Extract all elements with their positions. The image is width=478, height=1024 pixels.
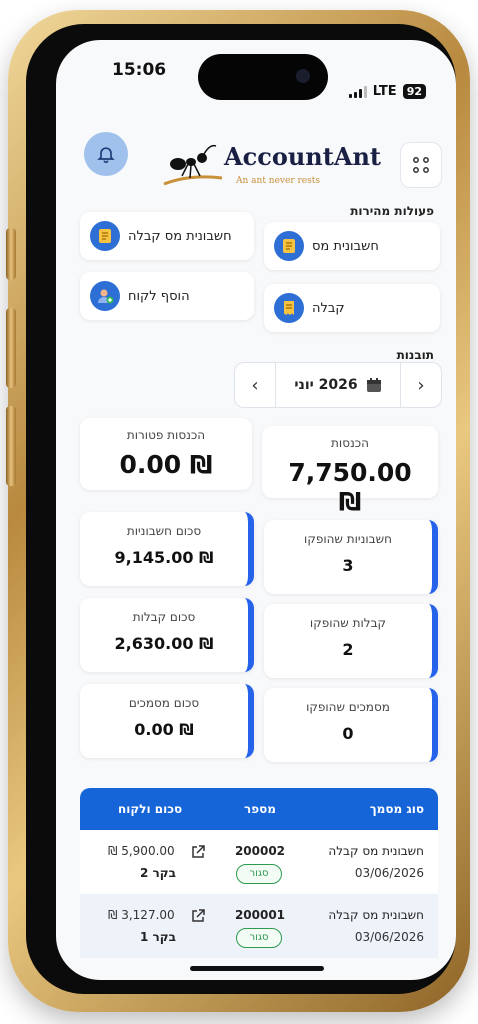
invoices-issued-card: חשבוניות שהופקו 3 xyxy=(264,520,438,594)
document-amount: ₪ 3,127.00 xyxy=(108,908,175,922)
quick-action-label: חשבונית מס קבלה xyxy=(128,228,232,244)
document-icon xyxy=(274,231,304,261)
app-header: AccountAnt An ant never rests xyxy=(56,128,456,198)
table-row[interactable]: חשבונית מס קבלה 03/06/2026 200002 סגור ₪… xyxy=(80,830,438,894)
column-header-number[interactable]: מספר xyxy=(220,802,300,816)
notifications-button[interactable] xyxy=(84,132,128,176)
quick-action-add-client[interactable]: הוסף לקוח xyxy=(80,272,254,320)
document-number: 200002 xyxy=(234,844,286,858)
logo-tagline: An ant never rests xyxy=(236,176,320,186)
client-name: בקר 1 xyxy=(140,930,176,944)
receipts-total-card: סכום קבלות 2,630.00 ₪ xyxy=(80,598,254,672)
document-type: חשבונית מס קבלה xyxy=(328,908,424,922)
home-indicator[interactable] xyxy=(190,966,324,971)
column-header-type[interactable]: סוג מסמך xyxy=(300,802,438,816)
documents-total-label: סכום מסמכים xyxy=(128,696,200,710)
quick-action-label: חשבונית מס xyxy=(312,238,379,254)
status-badge: סגור xyxy=(236,928,282,948)
status-badge: סגור xyxy=(236,864,282,884)
invoices-total-card: סכום חשבוניות 9,145.00 ₪ xyxy=(80,512,254,586)
exempt-income-label: הכנסות פטורות xyxy=(126,428,206,442)
invoices-total-label: סכום חשבוניות xyxy=(126,524,202,538)
open-external-icon[interactable] xyxy=(190,908,206,924)
table-row[interactable]: חשבונית מס קבלה 03/06/2026 200001 סגור ₪… xyxy=(80,894,438,958)
open-external-icon[interactable] xyxy=(190,844,206,860)
signal-icon xyxy=(348,85,367,98)
document-date: 03/06/2026 xyxy=(354,866,424,880)
client-name: בקר 2 xyxy=(140,866,176,880)
receipts-total-value: 2,630.00 ₪ xyxy=(114,634,214,653)
app-logo: AccountAnt An ant never rests xyxy=(160,134,381,194)
quick-action-tax-invoice-receipt[interactable]: חשבונית מס קבלה xyxy=(80,212,254,260)
invoices-total-value: 9,145.00 ₪ xyxy=(114,548,214,567)
receipt-icon xyxy=(274,293,304,323)
document-type: חשבונית מס קבלה xyxy=(328,844,424,858)
documents-table: סוג מסמך מספר סכום ולקוח חשבונית מס קבלה… xyxy=(80,788,438,980)
grid-icon xyxy=(413,157,429,173)
month-display[interactable]: 2026 יוני xyxy=(275,363,401,407)
volume-up-button xyxy=(6,308,16,388)
status-time: 15:06 xyxy=(112,60,167,80)
document-icon xyxy=(90,221,120,251)
quick-action-label: קבלה xyxy=(312,300,345,316)
app-screen: 15:06 LTE 92 AccountAnt An ant never res… xyxy=(56,40,456,980)
receipts-issued-card: קבלות שהופקו 2 xyxy=(264,604,438,678)
logo-text: AccountAnt xyxy=(224,142,381,171)
quick-action-receipt[interactable]: קבלה xyxy=(264,284,440,332)
documents-issued-label: מסמכים שהופקו xyxy=(306,700,390,714)
insights-title: תובנות xyxy=(396,348,434,362)
chevron-left-icon: ‹ xyxy=(251,374,259,396)
documents-issued-card: מסמכים שהופקו 0 xyxy=(264,688,438,762)
receipts-total-label: סכום קבלות xyxy=(132,610,196,624)
volume-down-button xyxy=(6,406,16,486)
income-value: 7,750.00 ₪ xyxy=(288,458,412,516)
action-button xyxy=(6,228,16,280)
dynamic-island xyxy=(198,54,328,100)
calendar-icon xyxy=(366,378,381,392)
menu-button[interactable] xyxy=(400,142,442,188)
exempt-income-value: 0.00 ₪ xyxy=(119,450,213,479)
document-amount: ₪ 5,900.00 xyxy=(108,844,175,858)
prev-month-button[interactable]: ‹ xyxy=(235,363,275,407)
next-month-button[interactable]: › xyxy=(401,363,441,407)
documents-issued-value: 0 xyxy=(342,724,354,743)
chevron-right-icon: › xyxy=(417,374,425,396)
invoices-issued-label: חשבוניות שהופקו xyxy=(304,532,392,546)
column-header-amount[interactable]: סכום ולקוח xyxy=(80,802,220,816)
month-selector: ‹ 2026 יוני › xyxy=(234,362,442,408)
receipts-issued-value: 2 xyxy=(342,640,354,659)
ant-icon xyxy=(163,144,223,186)
bell-icon xyxy=(97,147,115,164)
income-card: הכנסות 7,750.00 ₪ xyxy=(262,426,438,516)
exempt-income-card: הכנסות פטורות 0.00 ₪ xyxy=(80,418,252,490)
status-indicators: LTE 92 xyxy=(348,84,426,99)
documents-total-card: סכום מסמכים 0.00 ₪ xyxy=(80,684,254,758)
invoices-issued-value: 3 xyxy=(342,556,354,575)
add-user-icon xyxy=(90,281,120,311)
income-label: הכנסות xyxy=(331,436,369,450)
document-number: 200001 xyxy=(234,908,286,922)
table-header: סוג מסמך מספר סכום ולקוח xyxy=(80,788,438,830)
document-date: 03/06/2026 xyxy=(354,930,424,944)
quick-action-tax-invoice[interactable]: חשבונית מס xyxy=(264,222,440,270)
quick-actions-title: פעולות מהירות xyxy=(350,204,434,218)
quick-action-label: הוסף לקוח xyxy=(128,288,190,304)
battery-icon: 92 xyxy=(402,84,426,99)
month-label: 2026 יוני xyxy=(294,377,358,393)
receipts-issued-label: קבלות שהופקו xyxy=(309,616,387,630)
documents-total-value: 0.00 ₪ xyxy=(134,720,194,739)
network-label: LTE xyxy=(372,84,397,99)
